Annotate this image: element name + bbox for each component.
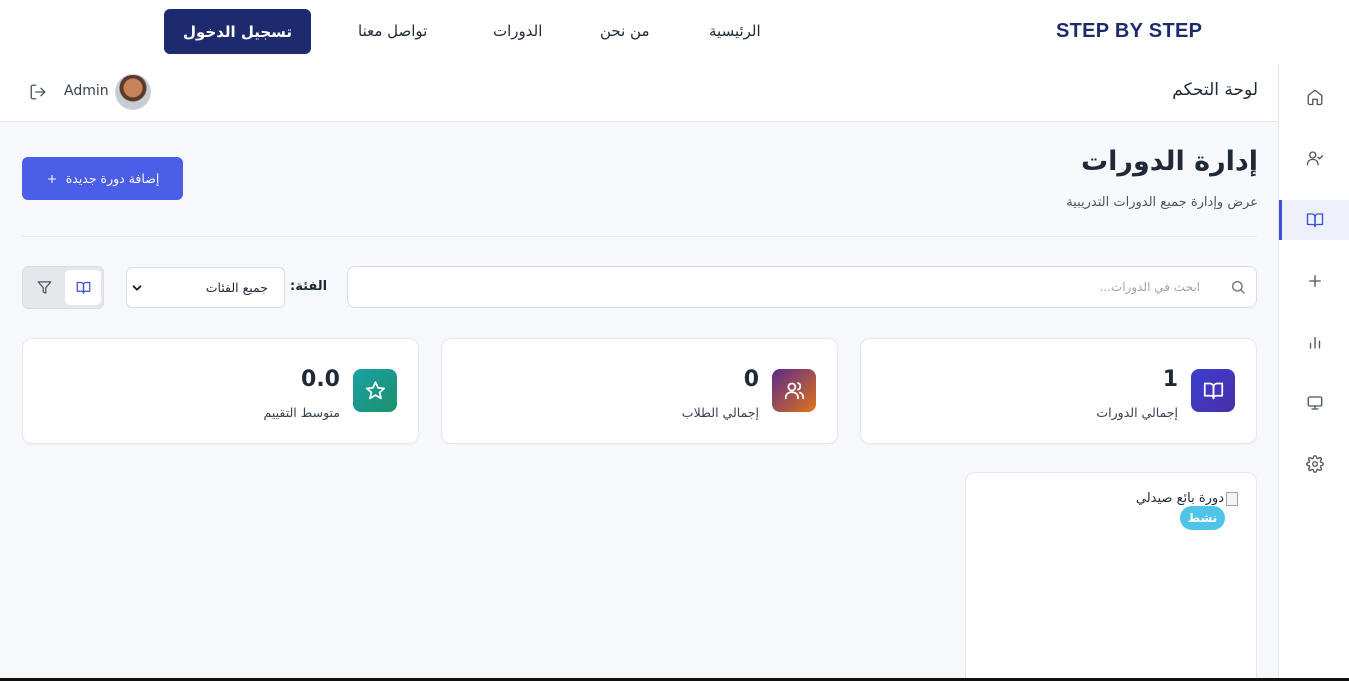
search-icon [1232,281,1245,294]
sidebar-item-home[interactable] [1279,77,1349,117]
page-title: إدارة الدورات [1081,146,1258,177]
book-icon [1306,213,1323,228]
course-image-alt: دورة بائع صيدلي [1135,491,1224,506]
sidebar-item-stats[interactable] [1279,322,1349,362]
filter-button[interactable] [26,270,62,305]
stat-icon-box [772,369,816,412]
search-box [347,266,1257,308]
add-course-label: إضافة دورة جديدة [65,171,160,186]
logout-icon[interactable] [29,83,47,101]
login-button[interactable]: تسجيل الدخول [164,9,311,54]
page-subtitle: عرض وإدارة جميع الدورات التدريبية [1066,195,1258,210]
stat-card-courses: 1 إجمالي الدورات [860,338,1257,444]
bar-chart-icon [1309,336,1320,349]
avatar[interactable] [115,74,151,110]
sidebar-item-settings[interactable] [1279,444,1349,484]
add-course-button[interactable]: إضافة دورة جديدة [22,157,183,200]
sidebar-item-add[interactable] [1279,261,1349,301]
divider [22,236,1257,237]
course-card[interactable]: دورة بائع صيدلي نشط [965,472,1257,681]
user-check-icon [1306,151,1323,166]
brand-logo[interactable]: STEP BY STEP [1056,20,1202,43]
plus-icon [1308,275,1321,287]
sidebar [1278,64,1349,681]
search-input[interactable] [360,267,1230,307]
view-courses-button[interactable] [65,270,101,305]
book-icon [76,281,90,294]
stat-value: 0 [743,367,759,392]
sidebar-item-courses[interactable] [1279,200,1349,240]
stat-card-rating: 0.0 متوسط التقييم [22,338,419,444]
nav-link-about[interactable]: من نحن [600,22,650,40]
nav-link-courses[interactable]: الدورات [493,22,542,40]
stat-value: 1 [1162,367,1178,392]
filter-icon [37,281,51,294]
status-badge: نشط [1180,506,1225,530]
settings-icon [1305,455,1324,473]
top-navbar: STEP BY STEP الرئيسية من نحن الدورات توا… [0,0,1349,64]
users-icon [784,382,804,400]
stat-label: متوسط التقييم [263,405,340,420]
main-content: إدارة الدورات عرض وإدارة جميع الدورات ال… [0,122,1278,681]
dashboard-title: لوحة التحكم [1172,80,1258,100]
home-icon [1307,89,1322,106]
user-name: Admin [64,83,109,99]
category-selected-value: جميع الفئات [205,280,268,295]
chevron-down-icon [132,285,142,291]
sidebar-item-display[interactable] [1279,383,1349,423]
stat-icon-box [1191,369,1235,412]
course-image: دورة بائع صيدلي [1136,491,1238,506]
broken-image-icon [1226,491,1238,506]
stat-value: 0.0 [301,367,340,392]
stat-icon-box [353,369,397,412]
nav-link-contact[interactable]: تواصل معنا [358,22,427,40]
sidebar-item-users[interactable] [1279,138,1349,178]
star-icon [365,381,385,400]
book-icon [1203,382,1223,400]
monitor-icon [1307,396,1322,410]
plus-icon [47,174,56,183]
category-select[interactable]: جميع الفئات [126,267,285,308]
stat-label: إجمالي الدورات [1096,405,1178,420]
category-label: الفئة: [290,279,328,294]
stat-label: إجمالي الطلاب [681,405,759,420]
dashboard-header: لوحة التحكم Admin [0,64,1278,122]
nav-link-home[interactable]: الرئيسية [709,22,761,40]
stat-card-students: 0 إجمالي الطلاب [441,338,838,444]
view-toggle [22,266,104,309]
